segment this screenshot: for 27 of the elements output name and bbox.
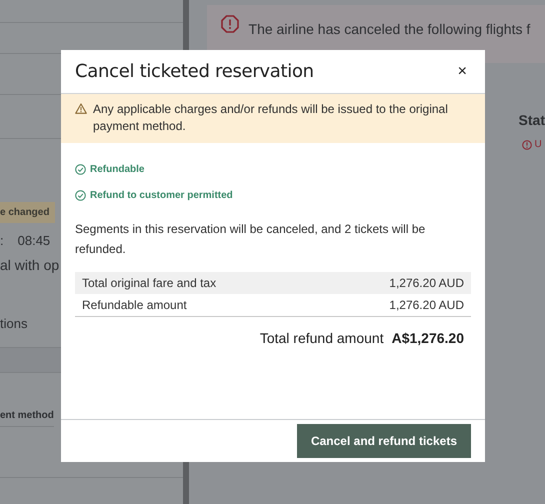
alert-text: The airline has canceled the following flights f: [248, 20, 530, 39]
time-text: 08:45: [18, 232, 50, 250]
row-label: Total original fare and tax: [82, 274, 216, 292]
check-circle-icon: [75, 164, 86, 175]
status-tag: e changed: [0, 202, 56, 223]
row-value: 1,276.20 AUD: [389, 274, 464, 292]
column-header: ent method: [0, 405, 54, 427]
error-icon: [220, 15, 239, 33]
row-value: 1,276.20 AUD: [389, 296, 464, 314]
options-text: tions: [0, 314, 28, 332]
status-text: Refund to customer permitted: [90, 188, 233, 203]
cancel-refund-button[interactable]: Cancel and refund tickets: [296, 424, 471, 458]
error-icon: [522, 140, 532, 150]
separator-text: :: [0, 232, 4, 250]
check-circle-icon: [75, 190, 86, 201]
total-value: A$1,276.20: [392, 328, 464, 348]
warning-text: Any applicable charges and/or refunds will be issued to the original payment method.: [93, 101, 449, 136]
status-text: Refundable: [90, 162, 144, 177]
warning-icon: [75, 103, 87, 114]
row-label: Refundable amount: [82, 296, 187, 314]
dialog-title: Cancel ticketed reservation: [75, 60, 314, 84]
description-text: al with op: [0, 256, 60, 275]
summary-text: Segments in this reservation will be canceled, and 2 tickets will be refunded.: [75, 220, 426, 258]
status-text: U: [534, 138, 542, 152]
total-label: Total refund amount: [260, 328, 384, 348]
column-header: Stat: [518, 111, 545, 130]
close-button[interactable]: ×: [454, 60, 471, 84]
